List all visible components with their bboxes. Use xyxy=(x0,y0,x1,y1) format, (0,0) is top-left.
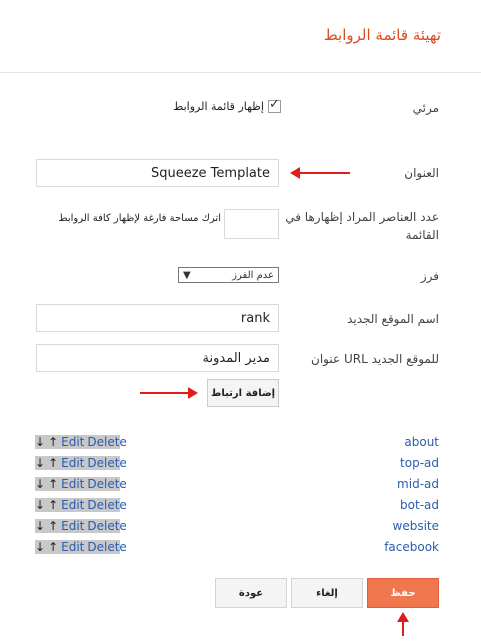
move-up-icon[interactable]: ↑ xyxy=(48,519,58,533)
show-list-checkbox-label: إظهار قائمة الروابط xyxy=(173,100,264,113)
annotation-arrow-save xyxy=(402,620,404,636)
move-down-icon[interactable]: ↓ xyxy=(35,519,45,533)
delete-link[interactable]: Delete xyxy=(87,435,126,449)
annotation-arrow-title xyxy=(290,167,350,179)
move-down-icon[interactable]: ↓ xyxy=(35,540,45,554)
header-divider xyxy=(0,72,481,73)
move-down-icon[interactable]: ↓ xyxy=(35,498,45,512)
delete-link[interactable]: Delete xyxy=(87,477,126,491)
sort-label: فرز xyxy=(420,269,439,283)
chevron-down-icon: ▼ xyxy=(183,269,191,281)
link-row-name[interactable]: facebook xyxy=(384,540,439,554)
move-up-icon[interactable]: ↑ xyxy=(48,540,58,554)
delete-link[interactable]: Delete xyxy=(87,456,126,470)
edit-link[interactable]: Edit xyxy=(61,456,84,470)
page-title: تهيئة قائمة الروابط xyxy=(323,26,441,44)
count-label: عدد العناصر المراد إظهارها في القائمة xyxy=(285,210,439,242)
title-input[interactable]: Squeeze Template xyxy=(36,159,279,187)
delete-link[interactable]: Delete xyxy=(87,519,126,533)
link-row-controls: ↓ ↑ Edit Delete xyxy=(35,435,127,449)
move-up-icon[interactable]: ↑ xyxy=(48,435,58,449)
link-row-name[interactable]: website xyxy=(393,519,440,533)
move-down-icon[interactable]: ↓ xyxy=(35,456,45,470)
edit-link[interactable]: Edit xyxy=(61,498,84,512)
new-site-name-label: اسم الموقع الجديد xyxy=(347,312,439,326)
cancel-button[interactable]: إلغاء xyxy=(291,578,363,608)
show-list-checkbox-row[interactable]: إظهار قائمة الروابط xyxy=(173,97,281,113)
link-row-controls: ↓ ↑ Edit Delete xyxy=(35,540,127,554)
edit-link[interactable]: Edit xyxy=(61,477,84,491)
save-button[interactable]: حفظ xyxy=(367,578,439,608)
link-row-name[interactable]: mid-ad xyxy=(397,477,439,491)
move-up-icon[interactable]: ↑ xyxy=(48,477,58,491)
add-link-button[interactable]: إضافة ارتباط xyxy=(207,379,279,407)
back-button[interactable]: عودة xyxy=(215,578,287,608)
sort-selected-value: عدم الفرز xyxy=(232,269,274,281)
new-site-name-input[interactable]: rank xyxy=(36,304,279,332)
move-up-icon[interactable]: ↑ xyxy=(48,456,58,470)
edit-link[interactable]: Edit xyxy=(61,540,84,554)
new-site-url-input[interactable]: مدير المدونة xyxy=(36,344,279,372)
link-row-name[interactable]: bot-ad xyxy=(400,498,439,512)
link-row-name[interactable]: about xyxy=(404,435,439,449)
count-hint: اترك مساحة فارغة لإظهار كافة الروابط xyxy=(58,213,221,224)
count-input[interactable] xyxy=(224,209,279,239)
move-down-icon[interactable]: ↓ xyxy=(35,477,45,491)
move-up-icon[interactable]: ↑ xyxy=(48,498,58,512)
visible-label: مرئي xyxy=(412,101,439,115)
title-label: العنوان xyxy=(404,166,439,180)
link-row-controls: ↓ ↑ Edit Delete xyxy=(35,519,127,533)
link-row-controls: ↓ ↑ Edit Delete xyxy=(35,498,127,512)
annotation-arrow-save-head xyxy=(397,612,409,622)
link-row-controls: ↓ ↑ Edit Delete xyxy=(35,477,127,491)
delete-link[interactable]: Delete xyxy=(87,498,126,512)
annotation-arrow-add-link xyxy=(140,387,198,399)
link-row-name[interactable]: top-ad xyxy=(400,456,439,470)
edit-link[interactable]: Edit xyxy=(61,519,84,533)
edit-link[interactable]: Edit xyxy=(61,435,84,449)
new-site-url-label: عنوان URL للموقع الجديد xyxy=(311,352,439,366)
show-list-checkbox[interactable] xyxy=(268,97,281,113)
move-down-icon[interactable]: ↓ xyxy=(35,435,45,449)
sort-select[interactable]: ▼ عدم الفرز xyxy=(178,267,279,283)
link-row-controls: ↓ ↑ Edit Delete xyxy=(35,456,127,470)
delete-link[interactable]: Delete xyxy=(87,540,126,554)
